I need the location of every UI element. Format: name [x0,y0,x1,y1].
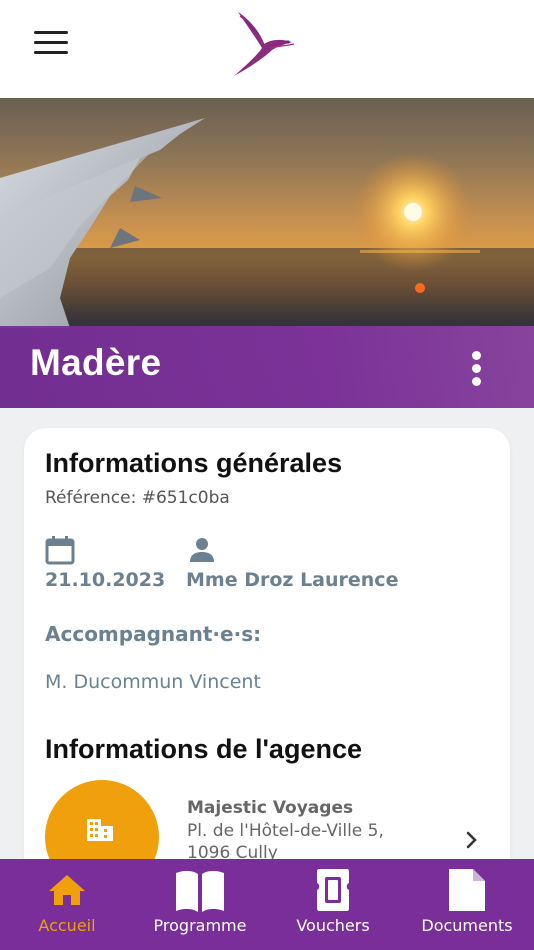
chevron-right-icon[interactable] [462,828,482,852]
trip-date: 21.10.2023 [45,569,166,591]
hamburger-menu-icon[interactable] [30,26,70,60]
tab-programme[interactable]: Programme [140,859,260,950]
tab-label: Documents [421,916,513,935]
more-options-icon[interactable] [462,349,492,387]
book-icon [176,870,224,912]
tab-documents[interactable]: Documents [410,859,524,950]
general-info-heading: Informations générales [45,448,343,478]
agency-address-line1: Pl. de l'Hôtel-de-Ville 5, [187,821,384,841]
companions-label: Accompagnant·e·s: [45,622,262,646]
building-icon [87,819,113,841]
tab-label: Vouchers [296,916,370,935]
agency-address: Pl. de l'Hôtel-de-Ville 5, 1096 Cully [187,820,384,864]
tab-label: Accueil [38,916,96,935]
tab-vouchers[interactable]: Vouchers [283,859,383,950]
bottom-navigation: Accueil Programme Vouchers Documents [0,859,534,950]
bird-logo [234,12,295,76]
document-icon [449,869,485,911]
client-name: Mme Droz Laurence [186,569,399,591]
calendar-icon [45,536,75,565]
info-card: Informations générales Référence: #651c0… [24,428,510,888]
tab-label: Programme [153,916,247,935]
person-icon [190,538,214,562]
reference-text: Référence: #651c0ba [45,488,230,508]
home-icon [49,875,85,905]
trip-title: Madère [30,342,162,383]
companion-name: M. Ducommun Vincent [45,671,261,693]
agency-name[interactable]: Majestic Voyages [187,798,353,818]
agency-info-heading: Informations de l'agence [45,734,362,764]
tab-accueil[interactable]: Accueil [14,859,120,950]
top-bar [0,0,534,98]
ticket-icon [317,869,349,911]
